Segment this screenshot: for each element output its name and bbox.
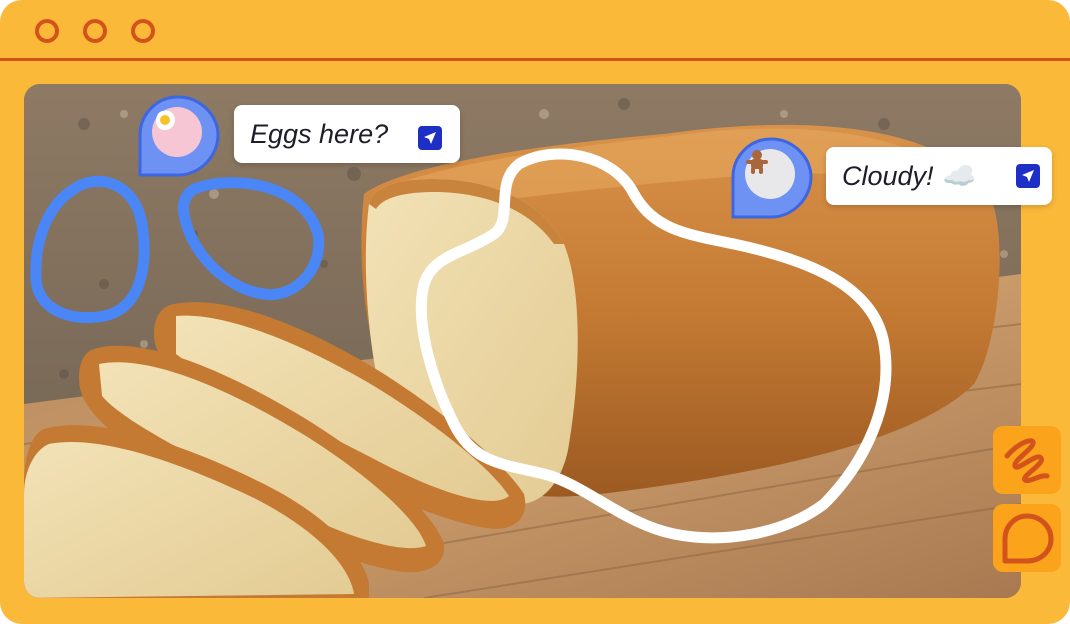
fried-egg-icon [152,107,202,157]
speech-bubble-icon [1002,513,1054,564]
comment-avatar-2[interactable] [731,137,813,219]
window-maximize-button[interactable] [131,19,155,43]
comment-avatar-1[interactable] [138,95,220,177]
app-window: Eggs here? Cloudy! ☁️ [0,0,1070,624]
send-icon[interactable] [1016,164,1040,188]
title-bar [0,0,1070,61]
send-icon[interactable] [418,126,442,150]
window-close-button[interactable] [35,19,59,43]
comment-tool-button[interactable] [993,504,1061,572]
window-minimize-button[interactable] [83,19,107,43]
squiggle-icon [1004,438,1050,484]
comment-bubble-1: Eggs here? [234,105,460,163]
comment-text-1: Eggs here? [250,118,389,149]
comment-text-2: Cloudy! ☁️ [842,161,975,191]
draw-tool-button[interactable] [993,426,1061,494]
comment-bubble-2: Cloudy! ☁️ [826,147,1052,205]
gingerbread-icon [745,149,795,199]
